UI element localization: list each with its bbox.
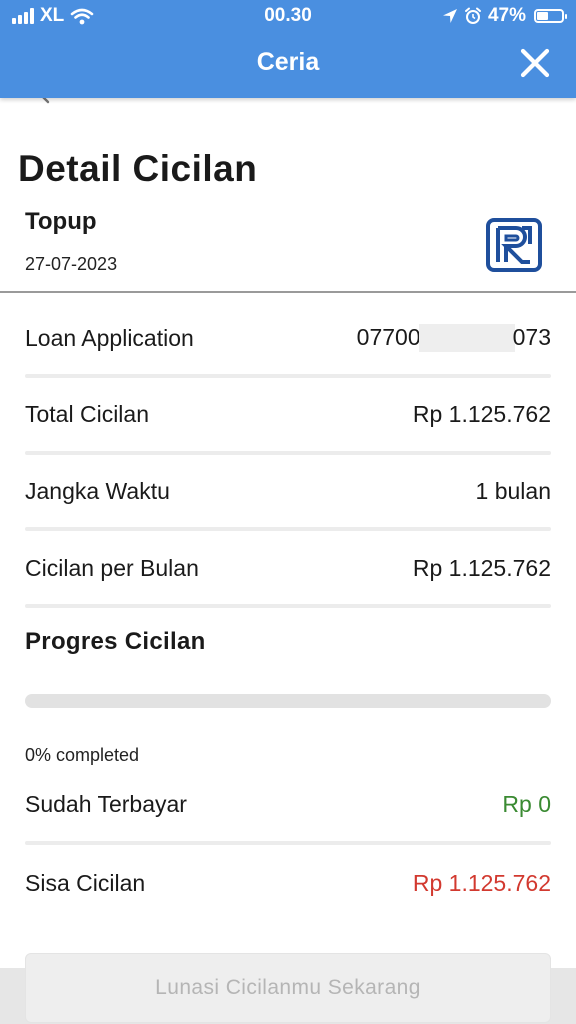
sudah-terbayar-row: Sudah Terbayar Rp 0 [25,786,551,822]
row-divider [25,527,551,531]
loan-application-value: 07700 073 [357,324,551,353]
row-divider [25,374,551,378]
jangka-waktu-value: 1 bulan [475,477,551,504]
loan-application-row: Loan Application 07700 073 [25,320,551,356]
app-bar: XL 00.30 47% Ceria [0,0,576,98]
page-title: Detail Cicilan [18,148,258,189]
battery-icon [534,9,567,23]
sisa-cicilan-label: Sisa Cicilan [25,869,146,896]
loan-application-label: Loan Application [25,324,194,351]
cicilan-per-bulan-label: Cicilan per Bulan [25,554,199,581]
loan-application-suffix: 073 [512,323,551,350]
total-cicilan-label: Total Cicilan [25,400,149,427]
redacted-block [418,324,515,353]
jangka-waktu-row: Jangka Waktu 1 bulan [25,473,551,509]
sudah-terbayar-value: Rp 0 [502,790,551,817]
app-title: Ceria [256,48,320,76]
bank-logo [486,218,542,272]
total-cicilan-value: Rp 1.125.762 [412,400,551,427]
row-divider [25,604,551,608]
progress-completed-text: 0% completed [25,745,140,765]
battery-percent: 47% [487,5,526,26]
close-icon [520,48,550,78]
row-divider [25,451,551,455]
sudah-terbayar-label: Sudah Terbayar [25,790,187,817]
pay-off-button[interactable]: Lunasi Cicilanmu Sekarang [25,953,551,1023]
location-arrow-icon [442,9,457,23]
status-right: 47% [442,5,567,27]
total-cicilan-row: Total Cicilan Rp 1.125.762 [25,396,551,432]
close-button[interactable] [518,46,552,80]
sisa-cicilan-row: Sisa Cicilan Rp 1.125.762 [25,865,551,901]
battery-level [537,12,548,20]
progress-bar [25,694,551,708]
product-name: Topup [25,208,97,235]
alarm-icon [464,7,481,24]
row-divider [25,841,551,845]
cicilan-per-bulan-value: Rp 1.125.762 [412,554,551,581]
sisa-cicilan-value: Rp 1.125.762 [412,869,551,896]
product-date: 27-07-2023 [25,254,118,274]
status-bar: XL 00.30 47% [0,0,576,32]
cicilan-per-bulan-row: Cicilan per Bulan Rp 1.125.762 [25,550,551,586]
jangka-waktu-label: Jangka Waktu [25,477,170,504]
loan-application-prefix: 07700 [356,323,421,350]
header-divider [0,291,576,293]
progress-section-title: Progres Cicilan [25,628,206,655]
